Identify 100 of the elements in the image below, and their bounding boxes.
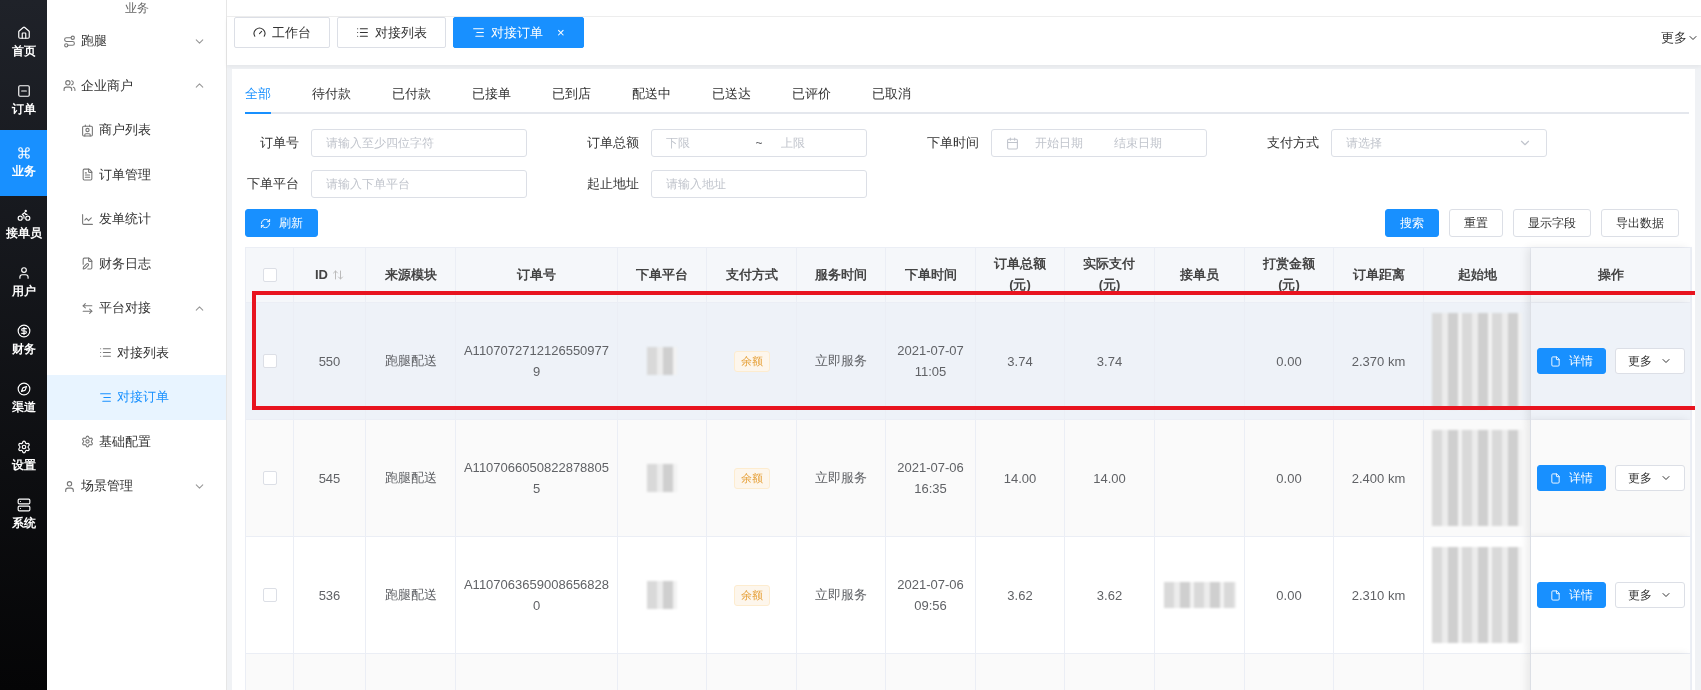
- status-tab[interactable]: 已接单: [472, 85, 511, 114]
- menu-item[interactable]: 发单统计: [47, 197, 226, 242]
- field-label: 下单平台: [246, 175, 299, 193]
- edit-document-icon: [81, 257, 94, 271]
- column-header: 操作: [1531, 248, 1691, 303]
- status-tab[interactable]: 待付款: [312, 85, 351, 114]
- list-icon: [356, 26, 369, 39]
- paid-cell: 3.74: [1065, 303, 1155, 420]
- home-icon: [16, 26, 31, 40]
- calendar-icon: [1006, 136, 1019, 150]
- menu-item[interactable]: 商户列表: [47, 108, 226, 153]
- command-icon: [16, 146, 31, 160]
- menu-title: 业务: [123, 1, 150, 17]
- total-cell: 14.00: [976, 420, 1065, 537]
- id-cell: 550: [294, 303, 366, 420]
- payment-tag: 余额: [733, 467, 770, 489]
- total-cell: 3.74: [976, 303, 1065, 420]
- menu-item[interactable]: 财务日志: [47, 241, 226, 286]
- checkbox[interactable]: [262, 354, 277, 368]
- rail-item[interactable]: 首页: [0, 14, 47, 72]
- column-header: 来源模块: [366, 248, 456, 303]
- payment-tag: 余额: [733, 584, 770, 606]
- rail-item[interactable]: 用户: [0, 254, 47, 312]
- order-time-cell: 2021-07-06 09:56: [886, 537, 976, 654]
- checkbox[interactable]: [262, 268, 277, 282]
- users-icon: [63, 79, 76, 93]
- status-tab[interactable]: 配送中: [632, 85, 671, 114]
- status-tab[interactable]: 已付款: [392, 85, 431, 114]
- gauge-icon: [253, 26, 266, 39]
- id-cell: 536: [294, 537, 366, 654]
- swap-arrows-icon: [81, 301, 94, 315]
- service-time-cell: 立即服务: [797, 420, 886, 537]
- paid-cell: 14.00: [1065, 420, 1155, 537]
- rail-item[interactable]: 接单员: [0, 196, 47, 254]
- bike-icon: [16, 208, 31, 222]
- sort-icon[interactable]: [332, 269, 344, 281]
- menu-item[interactable]: 订单管理: [47, 152, 226, 197]
- column-header: 起始地: [1424, 248, 1531, 303]
- more-button[interactable]: 更多: [1614, 348, 1685, 374]
- source-cell: 跑腿配送: [366, 303, 456, 420]
- page-tab[interactable]: 工作台: [234, 17, 330, 48]
- menu-item[interactable]: 平台对接: [47, 286, 226, 331]
- lines-icon: [99, 390, 112, 404]
- input-field[interactable]: 请输入至少四位字符: [311, 129, 527, 157]
- menu-item[interactable]: 基础配置: [47, 419, 226, 464]
- status-tab[interactable]: 已送达: [712, 85, 751, 114]
- more-button[interactable]: 更多: [1614, 582, 1685, 608]
- lines-icon: [472, 26, 485, 39]
- menu-item[interactable]: 企业商户: [47, 63, 226, 108]
- status-tab[interactable]: 已取消: [872, 85, 911, 114]
- column-header: 下单时间: [886, 248, 976, 303]
- paid-cell: 3.62: [1065, 537, 1155, 654]
- refresh-icon: [260, 217, 271, 229]
- contact-card-icon: [81, 123, 94, 137]
- compass-icon: [16, 382, 31, 396]
- column-header: 接单员: [1155, 248, 1245, 303]
- order-time-cell: 2021-07-06 16:35: [886, 420, 976, 537]
- route-icon: [63, 34, 76, 48]
- menu-item[interactable]: 场景管理: [47, 464, 226, 509]
- rail-item[interactable]: 财务: [0, 312, 47, 370]
- field-label: 起止地址: [586, 175, 639, 193]
- tip-cell: 0.00: [1245, 420, 1334, 537]
- id-cell: 545: [294, 420, 366, 537]
- more-dropdown[interactable]: 更多: [1661, 29, 1699, 47]
- payment-tag: 余额: [733, 350, 770, 372]
- menu-item[interactable]: 跑腿: [47, 19, 226, 64]
- source-cell: 跑腿配送: [366, 420, 456, 537]
- order-time-cell: 2021-07-07 11:05: [886, 303, 976, 420]
- settings-icon: [81, 435, 94, 449]
- field-label: 支付方式: [1266, 134, 1319, 152]
- status-tab[interactable]: 已到店: [552, 85, 591, 114]
- coin-icon: [16, 324, 31, 338]
- order-number-cell: A11070636590086568280: [456, 537, 618, 654]
- order-number-cell: A11070727121265509779: [456, 303, 618, 420]
- user-icon: [16, 266, 31, 280]
- rail-item[interactable]: 渠道: [0, 370, 47, 428]
- rail-item[interactable]: 设置: [0, 428, 47, 486]
- server-icon: [16, 498, 31, 512]
- rail-item[interactable]: 系统: [0, 486, 47, 544]
- field-label: 下单时间: [926, 134, 979, 152]
- column-header: 订单距离: [1334, 248, 1424, 303]
- action-button[interactable]: 导出数据: [1601, 209, 1679, 237]
- field-label: 订单总额: [586, 134, 639, 152]
- checkbox[interactable]: [262, 588, 277, 602]
- input-field[interactable]: 请输入下单平台: [311, 170, 527, 198]
- checkbox[interactable]: [262, 471, 277, 485]
- action-button[interactable]: 重置: [1449, 209, 1503, 237]
- action-button[interactable]: 显示字段: [1513, 209, 1591, 237]
- list-icon: [99, 346, 112, 360]
- input-field[interactable]: 请输入地址: [651, 170, 867, 198]
- status-tab[interactable]: 已评价: [792, 85, 831, 114]
- distance-cell: 2.400 km: [1334, 420, 1424, 537]
- rail-item[interactable]: 订单: [0, 72, 47, 130]
- order-number-cell: A11070660508228788055: [456, 420, 618, 537]
- more-button[interactable]: 更多: [1614, 465, 1685, 491]
- tip-cell: 0.00: [1245, 537, 1334, 654]
- menu-item[interactable]: 对接列表: [47, 330, 226, 375]
- settings-icon: [16, 440, 31, 454]
- page-tab[interactable]: 对接列表: [337, 17, 446, 48]
- column-header: 支付方式: [707, 248, 797, 303]
